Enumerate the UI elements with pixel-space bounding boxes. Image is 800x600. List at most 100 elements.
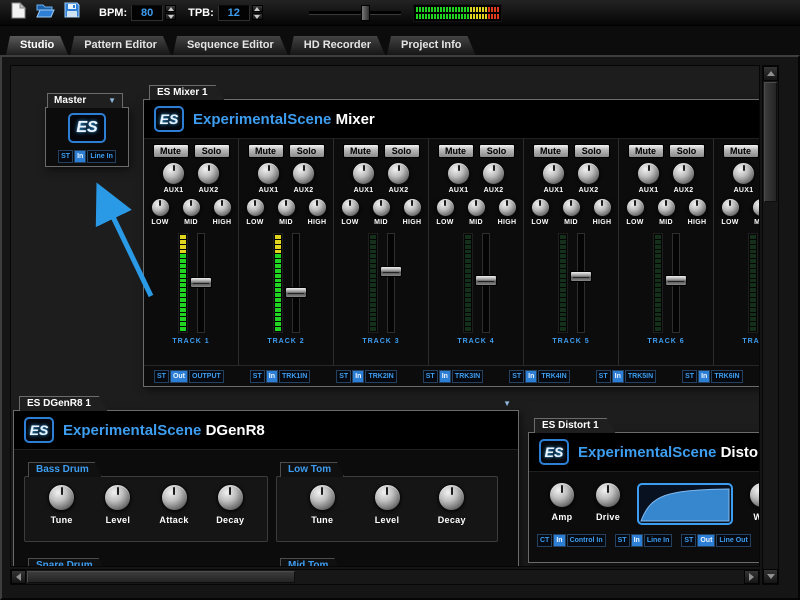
- connector-output[interactable]: STOutOUTPUT: [154, 370, 224, 383]
- volume-fader[interactable]: [482, 233, 490, 333]
- volume-fader[interactable]: [387, 233, 395, 333]
- mid-knob[interactable]: [372, 198, 391, 217]
- bpm-increment-button[interactable]: [165, 5, 176, 12]
- open-project-button[interactable]: [33, 3, 57, 23]
- fader-handle[interactable]: [760, 273, 761, 284]
- mute-button[interactable]: Mute: [438, 144, 474, 158]
- tpb-increment-button[interactable]: [252, 5, 263, 12]
- low-knob[interactable]: [246, 198, 265, 217]
- high-knob[interactable]: [308, 198, 327, 217]
- master-module[interactable]: Master ▼ ES STInLine In: [45, 93, 129, 167]
- mute-button[interactable]: Mute: [153, 144, 189, 158]
- low-knob[interactable]: [721, 198, 740, 217]
- collapse-chevron-icon[interactable]: ▼: [503, 400, 511, 408]
- tab-studio[interactable]: Studio: [6, 36, 68, 55]
- aux1-knob[interactable]: [162, 162, 185, 185]
- low-knob[interactable]: [626, 198, 645, 217]
- vertical-scrollbar[interactable]: [762, 65, 779, 585]
- master-title-bar[interactable]: Master ▼: [47, 93, 123, 108]
- tune-knob[interactable]: [48, 484, 75, 511]
- decay-knob[interactable]: [217, 484, 244, 511]
- connector-trk5in[interactable]: STInTRK5IN: [596, 370, 656, 383]
- connector-line-in[interactable]: STInLine In: [58, 150, 116, 163]
- fader-handle[interactable]: [665, 275, 687, 286]
- mid-knob[interactable]: [277, 198, 296, 217]
- drive-knob[interactable]: [595, 482, 621, 508]
- distort-title-bar[interactable]: ES Distort 1: [534, 418, 616, 433]
- attack-knob[interactable]: [161, 484, 188, 511]
- level-knob[interactable]: [104, 484, 131, 511]
- tab-pattern-editor[interactable]: Pattern Editor: [70, 36, 171, 55]
- level-knob[interactable]: [374, 484, 401, 511]
- aux2-knob[interactable]: [387, 162, 410, 185]
- aux1-knob[interactable]: [352, 162, 375, 185]
- connector-trk1in[interactable]: STInTRK1IN: [250, 370, 310, 383]
- mid-knob[interactable]: [182, 198, 201, 217]
- mute-button[interactable]: Mute: [723, 144, 759, 158]
- save-project-button[interactable]: [60, 3, 84, 23]
- mute-button[interactable]: Mute: [343, 144, 379, 158]
- dgenr8-title-bar[interactable]: ES DGenR8 1: [19, 396, 108, 411]
- solo-button[interactable]: Solo: [194, 144, 230, 158]
- scroll-up-button[interactable]: [763, 66, 778, 81]
- low-knob[interactable]: [531, 198, 550, 217]
- connector-trk2in[interactable]: STInTRK2IN: [336, 370, 396, 383]
- scroll-right-button[interactable]: [744, 570, 759, 584]
- mid-knob[interactable]: [562, 198, 581, 217]
- aux1-knob[interactable]: [542, 162, 565, 185]
- tab-sequence-editor[interactable]: Sequence Editor: [173, 36, 288, 55]
- decay-knob[interactable]: [438, 484, 465, 511]
- mid-knob[interactable]: [467, 198, 486, 217]
- scroll-down-button[interactable]: [763, 569, 778, 584]
- high-knob[interactable]: [593, 198, 612, 217]
- fader-handle[interactable]: [285, 287, 307, 298]
- aux2-knob[interactable]: [482, 162, 505, 185]
- tpb-decrement-button[interactable]: [252, 13, 263, 20]
- collapse-chevron-icon[interactable]: ▼: [108, 97, 116, 105]
- fader-handle[interactable]: [380, 266, 402, 277]
- high-knob[interactable]: [403, 198, 422, 217]
- aux1-knob[interactable]: [447, 162, 470, 185]
- mute-button[interactable]: Mute: [248, 144, 284, 158]
- high-knob[interactable]: [498, 198, 517, 217]
- high-knob[interactable]: [213, 198, 232, 217]
- solo-button[interactable]: Solo: [669, 144, 705, 158]
- high-knob[interactable]: [688, 198, 707, 217]
- solo-button[interactable]: Solo: [289, 144, 325, 158]
- connector-trk3in[interactable]: STInTRK3IN: [423, 370, 483, 383]
- tab-project-info[interactable]: Project Info: [387, 36, 476, 55]
- bpm-value[interactable]: 80: [131, 5, 163, 21]
- volume-fader[interactable]: [672, 233, 680, 333]
- mute-button[interactable]: Mute: [533, 144, 569, 158]
- connector-line-in[interactable]: STInLine In: [615, 534, 673, 547]
- aux1-knob[interactable]: [732, 162, 755, 185]
- volume-fader[interactable]: [577, 233, 585, 333]
- connector-line-out[interactable]: STOutLine Out: [681, 534, 750, 547]
- tpb-value[interactable]: 12: [218, 5, 250, 21]
- aux2-knob[interactable]: [197, 162, 220, 185]
- amp-knob[interactable]: [549, 482, 575, 508]
- aux2-knob[interactable]: [672, 162, 695, 185]
- connector-trk4in[interactable]: STInTRK4IN: [509, 370, 569, 383]
- volume-fader[interactable]: [292, 233, 300, 333]
- aux1-knob[interactable]: [257, 162, 280, 185]
- new-project-button[interactable]: [6, 3, 30, 23]
- fader-handle[interactable]: [570, 271, 592, 282]
- connector-control-in[interactable]: CTInControl In: [537, 534, 606, 547]
- low-knob[interactable]: [436, 198, 455, 217]
- aux1-knob[interactable]: [637, 162, 660, 185]
- tab-hd-recorder[interactable]: HD Recorder: [290, 36, 385, 55]
- horizontal-scroll-thumb[interactable]: [27, 571, 295, 583]
- solo-button[interactable]: Solo: [574, 144, 610, 158]
- fader-handle[interactable]: [475, 275, 497, 286]
- wet-knob[interactable]: [749, 482, 760, 508]
- fader-handle[interactable]: [190, 277, 212, 288]
- mid-knob[interactable]: [752, 198, 761, 217]
- aux2-knob[interactable]: [577, 162, 600, 185]
- low-knob[interactable]: [341, 198, 360, 217]
- slider-handle[interactable]: [361, 5, 370, 21]
- mute-button[interactable]: Mute: [628, 144, 664, 158]
- solo-button[interactable]: Solo: [479, 144, 515, 158]
- horizontal-scrollbar[interactable]: [10, 569, 760, 585]
- volume-fader[interactable]: [197, 233, 205, 333]
